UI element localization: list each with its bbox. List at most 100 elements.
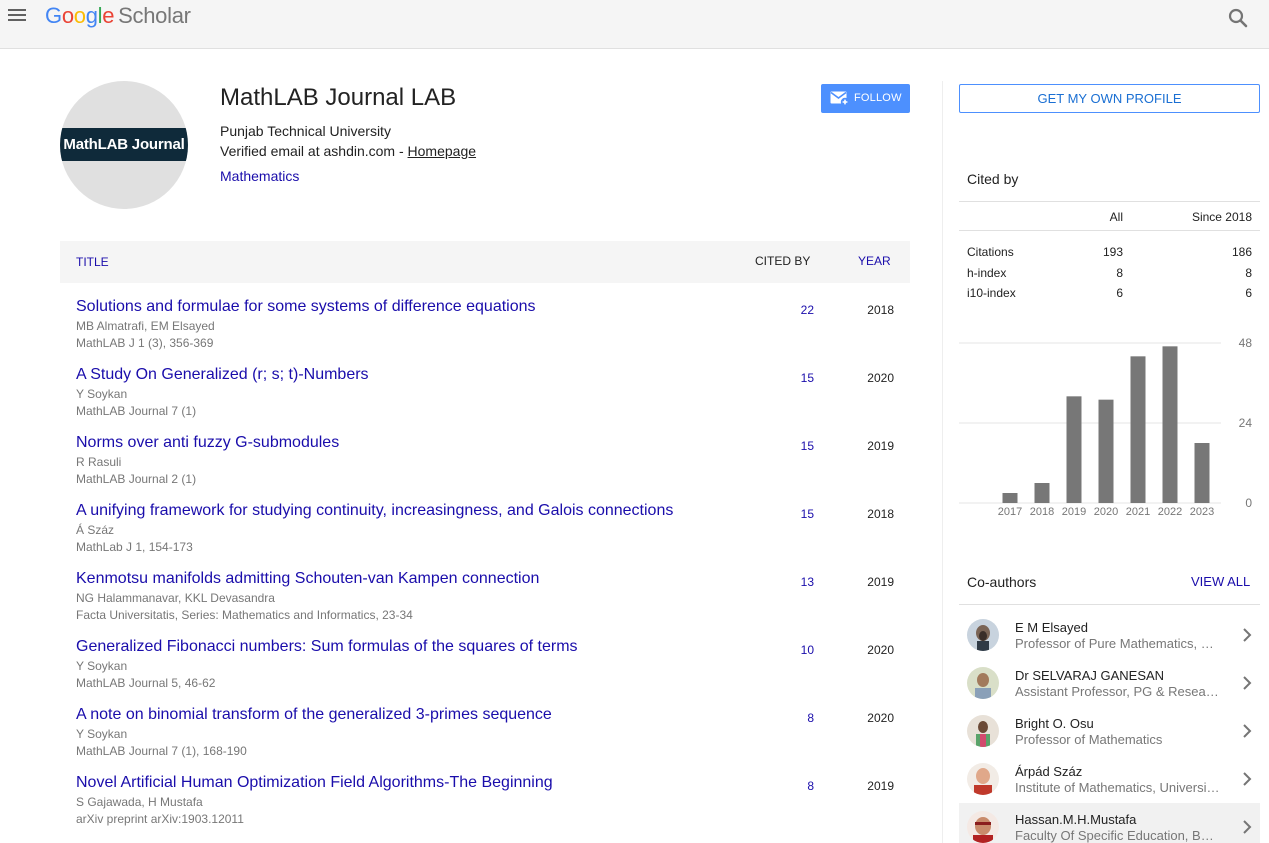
- interest-link-mathematics[interactable]: Mathematics: [220, 168, 299, 184]
- menu-icon[interactable]: [6, 6, 28, 26]
- article-year: 2019: [867, 779, 894, 793]
- y-tick-label: 48: [1239, 336, 1253, 350]
- table-row: Norms over anti fuzzy G-submodules R Ras…: [60, 434, 910, 502]
- article-authors: Y Soykan: [76, 659, 128, 673]
- chart-bar-2023[interactable]: [1194, 443, 1210, 503]
- coauthor-avatar: [967, 619, 999, 651]
- stats-header: All Since 2018: [959, 201, 1260, 231]
- article-authors: NG Halammanavar, KKL Devasandra: [76, 591, 275, 605]
- cited-by-link[interactable]: 13: [801, 575, 814, 589]
- profile-name: MathLAB Journal LAB: [220, 84, 457, 111]
- follow-button[interactable]: FOLLOW: [821, 84, 910, 113]
- article-year: 2019: [867, 575, 894, 589]
- table-row: A Study On Generalized (r; s; t)-Numbers…: [60, 366, 910, 434]
- cited-by-link[interactable]: 15: [801, 371, 814, 385]
- cited-by-link[interactable]: 15: [801, 507, 814, 521]
- stats-row-i10-index: i10-index 6 6: [967, 286, 1252, 300]
- article-title-link[interactable]: A unifying framework for studying contin…: [76, 502, 673, 520]
- x-tick-label: 2018: [1030, 506, 1054, 518]
- article-title-link[interactable]: Norms over anti fuzzy G-submodules: [76, 434, 339, 452]
- coauthors-list: E M Elsayed Professor of Pure Mathematic…: [959, 611, 1260, 843]
- coauthor-avatar: [967, 667, 999, 699]
- coauthor-item[interactable]: Árpád Száz Institute of Mathematics, Uni…: [959, 755, 1260, 803]
- chart-bar-2017[interactable]: [1002, 493, 1018, 503]
- chart-bar-2021[interactable]: [1130, 356, 1146, 503]
- coauthors-heading: Co-authors: [967, 574, 1037, 590]
- sort-by-year[interactable]: YEAR: [858, 254, 891, 268]
- table-row: Solutions and formulae for some systems …: [60, 298, 910, 366]
- article-year: 2018: [867, 507, 894, 521]
- chart-bar-2020[interactable]: [1098, 399, 1114, 503]
- x-tick-label: 2021: [1126, 506, 1150, 518]
- chevron-right-icon: [1243, 820, 1252, 834]
- chart-bar-2019[interactable]: [1066, 396, 1082, 503]
- article-title-link[interactable]: Generalized Fibonacci numbers: Sum formu…: [76, 638, 578, 656]
- citations-per-year-chart: 0 24 48 2017 2018 2019 2020 2021 2022 2023: [959, 336, 1253, 518]
- x-tick-label: 2019: [1062, 506, 1086, 518]
- article-title-link[interactable]: A note on binomial transform of the gene…: [76, 706, 552, 724]
- profile-affiliation: Punjab Technical University: [220, 123, 391, 139]
- coauthor-item[interactable]: Bright O. Osu Professor of Mathematics: [959, 707, 1260, 755]
- cited-by-link[interactable]: 15: [801, 439, 814, 453]
- article-authors: Y Soykan: [76, 727, 128, 741]
- stats-row-h-index: h-index 8 8: [967, 265, 1252, 280]
- table-row: Generalized Fibonacci numbers: Sum formu…: [60, 638, 910, 706]
- chart-bar-2022[interactable]: [1162, 346, 1178, 503]
- coauthors-divider: [959, 604, 1260, 605]
- table-row: A note on binomial transform of the gene…: [60, 706, 910, 774]
- get-my-own-profile-button[interactable]: GET MY OWN PROFILE: [959, 84, 1260, 113]
- chevron-right-icon: [1243, 772, 1252, 786]
- cited-by-link[interactable]: 22: [801, 303, 814, 317]
- article-title-link[interactable]: A Study On Generalized (r; s; t)-Numbers: [76, 366, 369, 384]
- x-tick-label: 2023: [1190, 506, 1214, 518]
- articles-table-header: TITLE CITED BY YEAR: [60, 241, 910, 283]
- article-authors: Á Száz: [76, 523, 115, 537]
- y-tick-label: 0: [1245, 496, 1252, 510]
- article-venue: arXiv preprint arXiv:1903.12011: [76, 812, 244, 826]
- profile-email: Verified email at ashdin.com - Homepage: [220, 143, 477, 159]
- search-icon[interactable]: [1226, 6, 1250, 30]
- top-bar: Google Scholar: [0, 0, 1269, 49]
- google-scholar-logo[interactable]: Google Scholar: [45, 3, 191, 29]
- article-venue: Facta Universitatis, Series: Mathematics…: [76, 608, 413, 622]
- article-title-link[interactable]: Novel Artificial Human Optimization Fiel…: [76, 774, 553, 792]
- cited-by-link[interactable]: 8: [807, 711, 814, 725]
- table-row: Novel Artificial Human Optimization Fiel…: [60, 774, 910, 842]
- article-authors: R Rasuli: [76, 455, 122, 469]
- coauthor-item[interactable]: Hassan.M.H.Mustafa Faculty Of Specific E…: [959, 803, 1260, 843]
- coauthor-item[interactable]: E M Elsayed Professor of Pure Mathematic…: [959, 611, 1260, 659]
- cited-by-link[interactable]: 10: [801, 643, 814, 657]
- view-all-coauthors-link[interactable]: VIEW ALL: [1191, 574, 1250, 589]
- stats-col-since: Since 2018: [1191, 210, 1252, 224]
- coauthor-item[interactable]: Dr SELVARAJ GANESAN Assistant Professor,…: [959, 659, 1260, 707]
- stats-row-citations: Citations 193 186: [967, 245, 1252, 259]
- chevron-right-icon: [1243, 676, 1252, 690]
- x-tick-label: 2017: [998, 506, 1022, 518]
- article-year: 2019: [867, 439, 894, 453]
- article-year: 2020: [867, 371, 894, 385]
- article-venue: MathLab J 1, 154-173: [76, 540, 193, 554]
- sort-by-cited[interactable]: CITED BY: [755, 254, 810, 268]
- article-title-link[interactable]: Solutions and formulae for some systems …: [76, 298, 536, 316]
- chart-bar-2018[interactable]: [1034, 483, 1050, 503]
- sort-by-title[interactable]: TITLE: [76, 255, 109, 269]
- article-title-link[interactable]: Kenmotsu manifolds admitting Schouten-va…: [76, 570, 539, 588]
- y-tick-label: 24: [1239, 416, 1253, 430]
- article-venue: MathLAB Journal 2 (1): [76, 472, 197, 486]
- article-year: 2018: [867, 303, 894, 317]
- table-row: Kenmotsu manifolds admitting Schouten-va…: [60, 570, 910, 638]
- article-authors: Y Soykan: [76, 387, 128, 401]
- stats-col-all: All: [1109, 210, 1123, 224]
- cited-by-link[interactable]: 8: [807, 779, 814, 793]
- articles-list: Solutions and formulae for some systems …: [60, 298, 910, 842]
- chevron-right-icon: [1243, 628, 1252, 642]
- article-venue: MathLAB Journal 7 (1): [76, 404, 197, 418]
- coauthor-avatar: [967, 763, 999, 795]
- article-venue: MathLAB J 1 (3), 356-369: [76, 336, 214, 350]
- cited-by-heading: Cited by: [967, 171, 1019, 187]
- homepage-link[interactable]: Homepage: [408, 143, 477, 159]
- sidebar-divider: [942, 81, 943, 843]
- profile-avatar: MathLAB Journal: [60, 81, 188, 209]
- article-authors: MB Almatrafi, EM Elsayed: [76, 319, 215, 333]
- table-row: A unifying framework for studying contin…: [60, 502, 910, 570]
